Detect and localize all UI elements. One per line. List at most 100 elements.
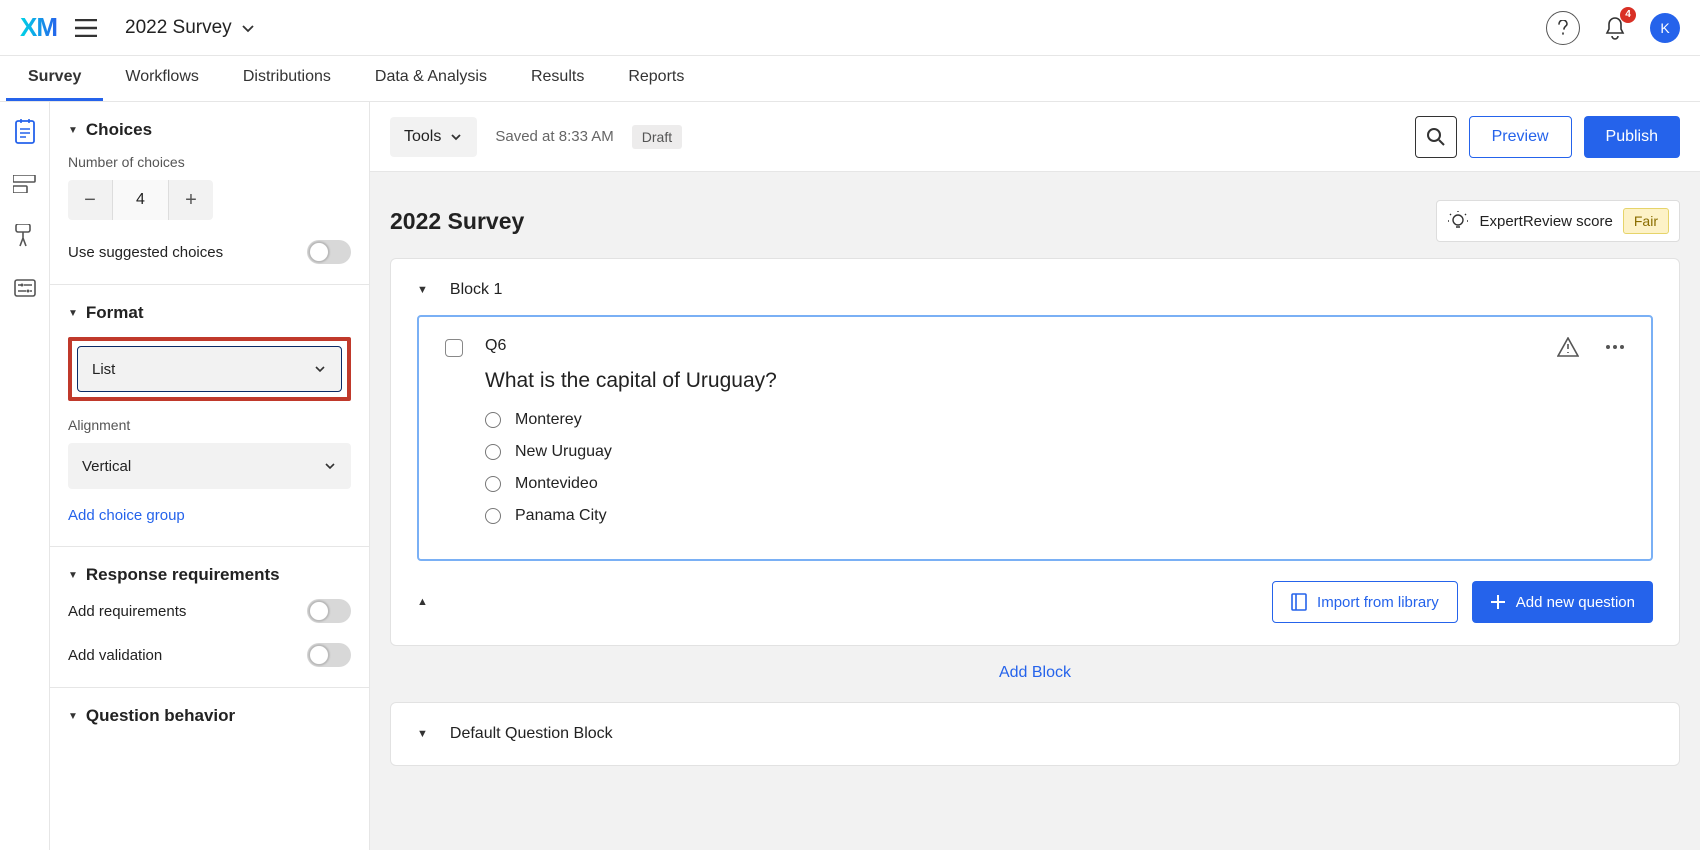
choice-row[interactable]: Montevideo bbox=[485, 475, 1535, 493]
canvas-toolbar: Tools Saved at 8:33 AM Draft Preview Pub… bbox=[370, 102, 1700, 172]
add-requirements-toggle[interactable] bbox=[307, 599, 351, 623]
avatar[interactable]: K bbox=[1650, 13, 1680, 43]
expert-review-widget[interactable]: ExpertReview score Fair bbox=[1436, 200, 1680, 242]
chevron-down-icon bbox=[449, 130, 463, 144]
canvas-header: 2022 Survey ExpertReview score Fair bbox=[370, 172, 1700, 258]
choice-row[interactable]: Monterey bbox=[485, 411, 1535, 429]
search-button[interactable] bbox=[1415, 116, 1457, 158]
main-tabs: Survey Workflows Distributions Data & An… bbox=[0, 56, 1700, 102]
project-title[interactable]: 2022 Survey bbox=[125, 17, 232, 39]
tools-label: Tools bbox=[404, 128, 441, 146]
choices-stepper: − 4 + bbox=[68, 180, 213, 220]
add-validation-label: Add validation bbox=[68, 647, 162, 664]
survey-title[interactable]: 2022 Survey bbox=[390, 208, 524, 235]
question-card[interactable]: Q6 What is the capital of Uruguay? Monte… bbox=[417, 315, 1653, 561]
section-behavior[interactable]: ▼ Question behavior bbox=[68, 706, 351, 726]
number-choices-label: Number of choices bbox=[68, 154, 351, 170]
app-logo: XM bbox=[20, 12, 57, 43]
question-select-checkbox[interactable] bbox=[445, 339, 463, 357]
collapse-block-icon[interactable]: ▼ bbox=[417, 728, 428, 740]
look-feel-icon[interactable] bbox=[13, 224, 37, 248]
section-behavior-label: Question behavior bbox=[86, 706, 235, 726]
section-format[interactable]: ▼ Format bbox=[68, 303, 351, 323]
alignment-select-value: Vertical bbox=[82, 458, 131, 475]
flow-icon[interactable] bbox=[13, 172, 37, 196]
publish-button[interactable]: Publish bbox=[1584, 116, 1680, 158]
warning-icon[interactable] bbox=[1557, 337, 1579, 357]
chevron-down-icon bbox=[323, 459, 337, 473]
alignment-select[interactable]: Vertical bbox=[68, 443, 351, 489]
format-select[interactable]: List bbox=[77, 346, 342, 392]
alignment-label: Alignment bbox=[68, 417, 351, 433]
caret-down-icon: ▼ bbox=[68, 711, 78, 722]
choice-label: Monterey bbox=[515, 411, 582, 429]
tab-distributions[interactable]: Distributions bbox=[221, 56, 353, 101]
section-choices-label: Choices bbox=[86, 120, 152, 140]
caret-down-icon: ▼ bbox=[68, 308, 78, 319]
caret-down-icon: ▼ bbox=[68, 570, 78, 581]
section-response-label: Response requirements bbox=[86, 565, 280, 585]
stepper-decrement[interactable]: − bbox=[68, 180, 112, 220]
section-format-label: Format bbox=[86, 303, 144, 323]
saved-indicator: Saved at 8:33 AM bbox=[495, 128, 613, 145]
chevron-down-icon bbox=[313, 362, 327, 376]
draft-badge: Draft bbox=[632, 125, 682, 149]
radio-icon bbox=[485, 508, 501, 524]
radio-icon bbox=[485, 476, 501, 492]
format-select-value: List bbox=[92, 361, 115, 378]
choice-label: Panama City bbox=[515, 507, 607, 525]
section-choices[interactable]: ▼ Choices bbox=[68, 120, 351, 140]
expert-review-badge: Fair bbox=[1623, 208, 1669, 234]
block-name[interactable]: Default Question Block bbox=[450, 725, 613, 743]
stepper-value: 4 bbox=[112, 180, 169, 220]
canvas: Tools Saved at 8:33 AM Draft Preview Pub… bbox=[370, 102, 1700, 850]
import-library-button[interactable]: Import from library bbox=[1272, 581, 1458, 623]
stepper-increment[interactable]: + bbox=[169, 180, 213, 220]
suggested-choices-label: Use suggested choices bbox=[68, 244, 223, 261]
library-icon bbox=[1291, 593, 1307, 611]
add-choice-group-link[interactable]: Add choice group bbox=[68, 507, 185, 524]
help-icon[interactable] bbox=[1546, 11, 1580, 45]
more-icon[interactable] bbox=[1605, 344, 1625, 350]
choice-label: New Uruguay bbox=[515, 443, 612, 461]
add-requirements-label: Add requirements bbox=[68, 603, 186, 620]
block-name[interactable]: Block 1 bbox=[450, 281, 502, 299]
lightbulb-icon bbox=[1447, 210, 1469, 232]
collapse-block-icon[interactable]: ▼ bbox=[417, 284, 428, 296]
tab-results[interactable]: Results bbox=[509, 56, 606, 101]
search-icon bbox=[1426, 127, 1446, 147]
choice-label: Montevideo bbox=[515, 475, 598, 493]
choice-row[interactable]: Panama City bbox=[485, 507, 1535, 525]
tab-survey[interactable]: Survey bbox=[6, 56, 103, 101]
builder-icon[interactable] bbox=[13, 120, 37, 144]
options-icon[interactable] bbox=[13, 276, 37, 300]
tools-dropdown[interactable]: Tools bbox=[390, 117, 477, 157]
tab-workflows[interactable]: Workflows bbox=[103, 56, 221, 101]
import-library-label: Import from library bbox=[1317, 594, 1439, 611]
add-validation-toggle[interactable] bbox=[307, 643, 351, 667]
choice-row[interactable]: New Uruguay bbox=[485, 443, 1535, 461]
tab-data-analysis[interactable]: Data & Analysis bbox=[353, 56, 509, 101]
collapse-icon[interactable]: ▲ bbox=[417, 596, 428, 608]
project-dropdown-icon[interactable] bbox=[240, 20, 256, 36]
section-response-req[interactable]: ▼ Response requirements bbox=[68, 565, 351, 585]
block-card: ▼ Default Question Block bbox=[390, 702, 1680, 766]
add-question-button[interactable]: Add new question bbox=[1472, 581, 1653, 623]
radio-icon bbox=[485, 412, 501, 428]
top-header: XM 2022 Survey 4 K bbox=[0, 0, 1700, 56]
radio-icon bbox=[485, 444, 501, 460]
question-text[interactable]: What is the capital of Uruguay? bbox=[485, 369, 1535, 393]
add-question-label: Add new question bbox=[1516, 594, 1635, 611]
block-card: ▼ Block 1 Q6 What is the capital of Urug… bbox=[390, 258, 1680, 646]
left-rail bbox=[0, 102, 50, 850]
question-id: Q6 bbox=[485, 337, 1535, 355]
highlight-frame: List bbox=[68, 337, 351, 401]
plus-icon bbox=[1490, 594, 1506, 610]
suggested-choices-toggle[interactable] bbox=[307, 240, 351, 264]
tab-reports[interactable]: Reports bbox=[606, 56, 706, 101]
menu-icon[interactable] bbox=[75, 19, 97, 37]
notification-badge: 4 bbox=[1620, 7, 1636, 23]
add-block-link[interactable]: Add Block bbox=[370, 664, 1700, 682]
notifications-icon[interactable]: 4 bbox=[1598, 11, 1632, 45]
preview-button[interactable]: Preview bbox=[1469, 116, 1572, 158]
